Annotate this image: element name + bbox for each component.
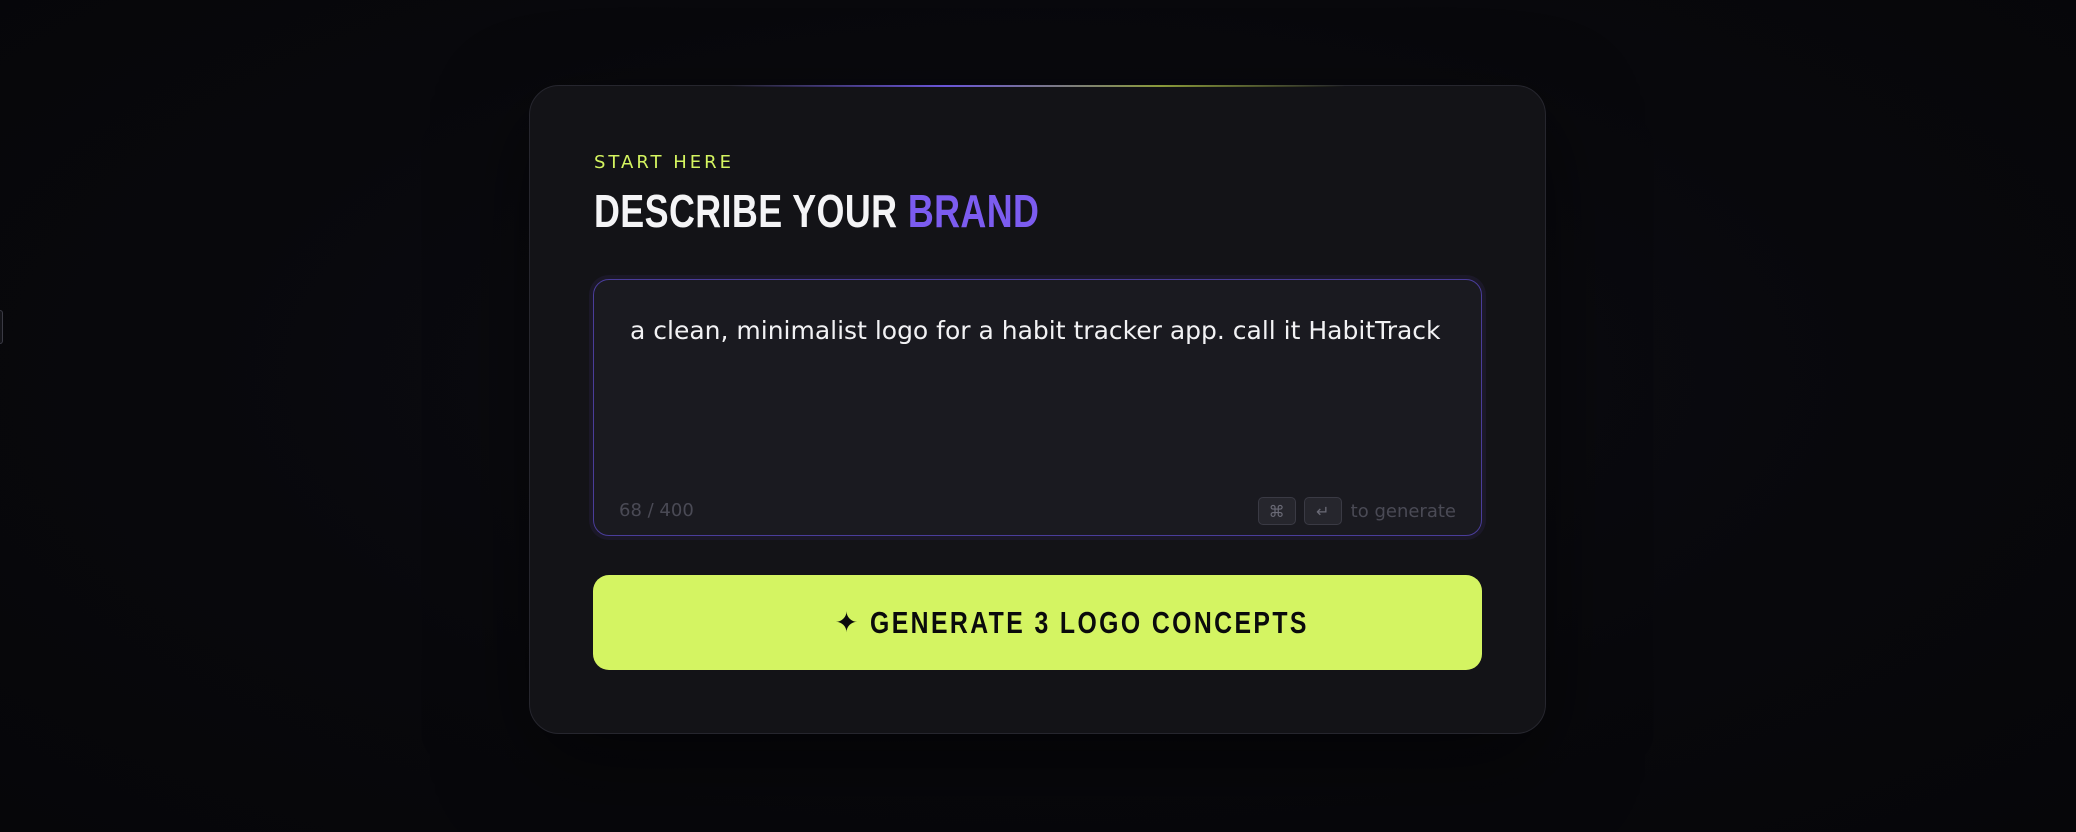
- generate-logos-button[interactable]: ✦ GENERATE 3 LOGO CONCEPTS: [593, 575, 1482, 670]
- eyebrow-label: START HERE: [594, 152, 735, 173]
- character-counter: 68 / 400: [619, 500, 694, 521]
- command-key-icon: ⌘: [1257, 497, 1296, 525]
- sparkle-icon: ✦: [834, 605, 859, 639]
- page: START HERE DESCRIBE YOUR BRAND a clean, …: [0, 0, 2076, 832]
- card-title: DESCRIBE YOUR BRAND: [594, 184, 1039, 238]
- keyboard-shortcut-hint: ⌘ ↵ to generate: [1257, 497, 1456, 525]
- generate-button-content: ✦ GENERATE 3 LOGO CONCEPTS: [834, 604, 1310, 641]
- card-title-accent: BRAND: [907, 185, 1040, 237]
- brand-description-input[interactable]: a clean, minimalist logo for a habit tra…: [593, 279, 1482, 536]
- brand-description-text[interactable]: a clean, minimalist logo for a habit tra…: [630, 316, 1441, 345]
- card-top-accent-line: [730, 85, 1345, 87]
- generate-button-label: GENERATE 3 LOGO CONCEPTS: [870, 604, 1310, 640]
- side-panel-handle[interactable]: [0, 310, 3, 344]
- card-title-prefix: DESCRIBE YOUR: [594, 185, 908, 237]
- enter-key-icon: ↵: [1303, 497, 1342, 525]
- brand-input-card: START HERE DESCRIBE YOUR BRAND a clean, …: [529, 85, 1546, 734]
- shortcut-hint-text: to generate: [1350, 500, 1456, 522]
